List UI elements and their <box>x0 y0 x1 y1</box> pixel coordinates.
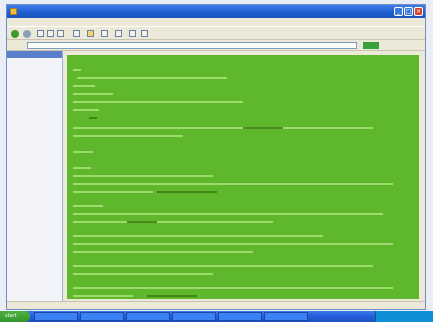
text-line <box>73 135 183 137</box>
text-line <box>73 69 81 71</box>
sidebar-item[interactable] <box>13 139 57 145</box>
text-line <box>73 273 213 275</box>
text-line <box>147 295 197 297</box>
text-line <box>89 117 97 119</box>
sidebar-item[interactable] <box>13 173 57 179</box>
browser-window: _ □ × <box>6 4 426 310</box>
refresh-icon[interactable] <box>47 30 54 37</box>
text-line <box>73 85 95 87</box>
history-icon[interactable] <box>115 30 122 37</box>
system-tray <box>375 311 433 322</box>
text-line <box>73 287 393 289</box>
search-icon[interactable] <box>73 30 80 37</box>
text-line <box>73 183 393 185</box>
text-line <box>73 251 253 253</box>
text-line <box>73 243 393 245</box>
mail-icon[interactable] <box>129 30 136 37</box>
sidebar-item[interactable] <box>13 115 57 121</box>
back-icon[interactable] <box>11 30 19 38</box>
text-line <box>73 295 133 297</box>
sidebar-item[interactable] <box>13 105 57 111</box>
text-line <box>73 167 91 169</box>
media-icon[interactable] <box>101 30 108 37</box>
sidebar-header <box>7 51 62 58</box>
text-line <box>73 213 383 215</box>
close-button[interactable]: × <box>414 7 423 16</box>
stop-icon[interactable] <box>37 30 44 37</box>
go-button[interactable] <box>363 42 379 49</box>
taskbar: start <box>0 311 433 322</box>
text-line <box>73 205 103 207</box>
text-line <box>73 127 373 129</box>
taskbar-item[interactable] <box>264 312 308 321</box>
taskbar-item[interactable] <box>34 312 78 321</box>
address-bar <box>7 40 425 51</box>
forward-icon[interactable] <box>23 30 31 38</box>
status-bar <box>7 301 425 309</box>
toolbar <box>7 26 425 40</box>
minimize-button[interactable]: _ <box>394 7 403 16</box>
taskbar-item[interactable] <box>218 312 262 321</box>
taskbar-item[interactable] <box>80 312 124 321</box>
text-line <box>73 151 93 153</box>
text-line <box>73 175 213 177</box>
text-line <box>73 235 323 237</box>
sidebar-item[interactable] <box>13 83 57 89</box>
menu-bar <box>7 18 425 26</box>
home-icon[interactable] <box>57 30 64 37</box>
text-line <box>73 191 153 193</box>
text-line <box>77 77 227 79</box>
address-input[interactable] <box>27 42 357 49</box>
taskbar-item[interactable] <box>172 312 216 321</box>
page-content <box>67 55 419 299</box>
desktop: _ □ × start <box>0 0 433 322</box>
title-bar[interactable]: _ □ × <box>7 5 425 18</box>
sidebar <box>7 51 63 301</box>
text-line <box>73 221 273 223</box>
start-button[interactable]: start <box>0 311 30 322</box>
sidebar-item[interactable] <box>13 67 57 73</box>
favorites-icon[interactable] <box>87 30 94 37</box>
text-line <box>73 93 113 95</box>
browser-icon <box>10 8 17 15</box>
maximize-button[interactable]: □ <box>404 7 413 16</box>
text-line <box>73 265 373 267</box>
text-line <box>243 127 283 129</box>
sidebar-item[interactable] <box>13 159 57 165</box>
text-line <box>127 221 157 223</box>
taskbar-item[interactable] <box>126 312 170 321</box>
text-line <box>73 109 99 111</box>
text-line <box>73 101 243 103</box>
text-line <box>157 191 217 193</box>
print-icon[interactable] <box>141 30 148 37</box>
